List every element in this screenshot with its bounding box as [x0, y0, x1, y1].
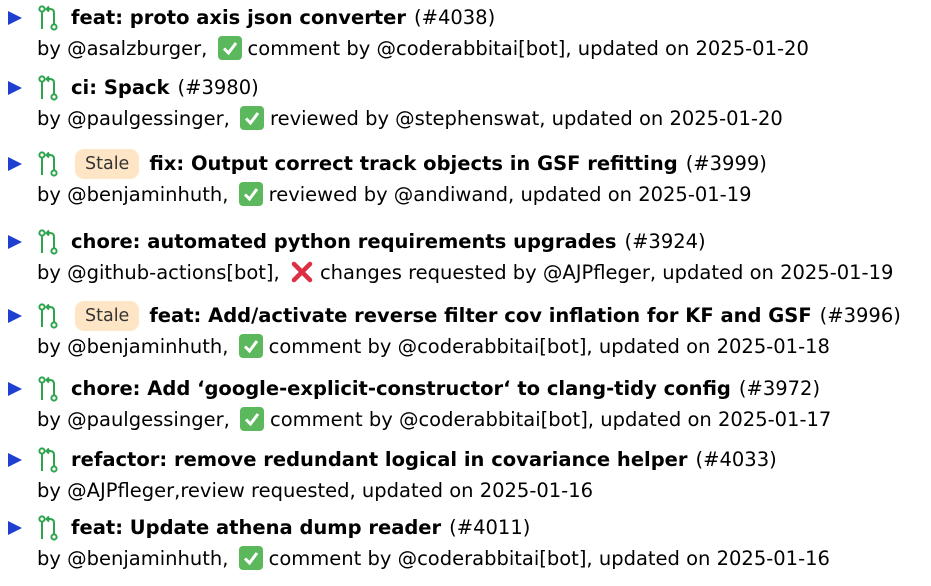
- check-icon: [238, 546, 263, 570]
- pr-title[interactable]: fix: Output correct track objects in GSF…: [149, 151, 677, 177]
- pr-review-status: comment by @coderabbitai[bot], updated o…: [268, 335, 830, 358]
- pr-number: (#3980): [177, 76, 259, 99]
- pr-author: by @AJPfleger,review requested, updated …: [37, 479, 594, 502]
- expand-arrow-icon[interactable]: [8, 157, 22, 171]
- check-icon: [238, 182, 263, 206]
- pr-author: by @paulgessinger,: [37, 408, 230, 431]
- pull-request-icon: [38, 229, 58, 255]
- pr-number: (#4033): [695, 448, 777, 471]
- pr-item: ci: Spack (#3980) by @paulgessinger, rev…: [0, 74, 931, 146]
- expand-arrow-icon[interactable]: [8, 382, 22, 396]
- pr-item: refactor: remove redundant logical in co…: [0, 446, 931, 518]
- pr-title[interactable]: feat: Update athena dump reader: [71, 515, 441, 541]
- pr-number: (#3999): [685, 152, 767, 175]
- pr-review-status: changes requested by @AJPfleger, updated…: [319, 261, 894, 284]
- expand-arrow-icon[interactable]: [8, 521, 22, 535]
- expand-arrow-icon[interactable]: [8, 11, 22, 25]
- pull-request-icon: [38, 75, 58, 101]
- pull-request-icon: [38, 376, 58, 402]
- pr-title[interactable]: refactor: remove redundant logical in co…: [71, 447, 688, 473]
- pr-author: by @github-actions[bot],: [37, 261, 280, 284]
- pr-author: by @benjaminhuth,: [37, 335, 229, 358]
- pull-request-icon: [38, 151, 58, 177]
- check-icon: [240, 407, 264, 431]
- pr-number: (#3972): [738, 377, 821, 400]
- pr-author: by @benjaminhuth,: [37, 183, 229, 206]
- pr-number: (#4011): [449, 516, 531, 539]
- pr-title[interactable]: feat: proto axis json converter: [71, 5, 406, 31]
- pr-item: Stale feat: Add/activate reverse filter …: [0, 301, 931, 374]
- pull-request-list: feat: proto axis json converter (#4038) …: [0, 0, 931, 570]
- cross-icon: [290, 260, 314, 284]
- pr-title[interactable]: chore: automated python requirements upg…: [71, 229, 616, 255]
- check-icon: [240, 106, 264, 130]
- pr-item: feat: proto axis json converter (#4038) …: [0, 4, 931, 76]
- expand-arrow-icon[interactable]: [8, 81, 22, 95]
- pr-review-status: reviewed by @andiwand, updated on 2025-0…: [268, 183, 752, 206]
- pr-number: (#3996): [819, 304, 901, 327]
- pull-request-icon: [38, 5, 58, 31]
- check-icon: [217, 36, 242, 60]
- pr-title[interactable]: feat: Add/activate reverse filter cov in…: [149, 303, 811, 329]
- stale-badge[interactable]: Stale: [75, 149, 140, 179]
- pr-item: chore: Add ‘google-explicit-constructor‘…: [0, 375, 931, 447]
- pull-request-icon: [38, 447, 58, 473]
- stale-badge[interactable]: Stale: [75, 301, 140, 331]
- pr-author: by @asalzburger,: [37, 37, 208, 60]
- expand-arrow-icon[interactable]: [8, 309, 22, 323]
- expand-arrow-icon[interactable]: [8, 453, 22, 467]
- pull-request-icon: [38, 303, 58, 329]
- expand-arrow-icon[interactable]: [8, 235, 22, 249]
- pr-item: chore: automated python requirements upg…: [0, 228, 931, 300]
- pr-author: by @paulgessinger,: [37, 107, 230, 130]
- pr-title[interactable]: chore: Add ‘google-explicit-constructor‘…: [71, 376, 731, 402]
- pull-request-icon: [38, 515, 58, 541]
- pr-review-status: reviewed by @stephenswat, updated on 202…: [270, 107, 783, 130]
- pr-review-status: comment by @coderabbitai[bot], updated o…: [247, 37, 809, 60]
- pr-number: (#4038): [414, 6, 496, 29]
- pr-number: (#3924): [624, 230, 706, 253]
- pr-review-status: comment by @coderabbitai[bot], updated o…: [270, 408, 832, 431]
- pr-item: feat: Update athena dump reader (#4011) …: [0, 514, 931, 586]
- check-icon: [238, 334, 263, 358]
- pr-item: Stale fix: Output correct track objects …: [0, 149, 931, 222]
- pr-title[interactable]: ci: Spack: [71, 75, 170, 101]
